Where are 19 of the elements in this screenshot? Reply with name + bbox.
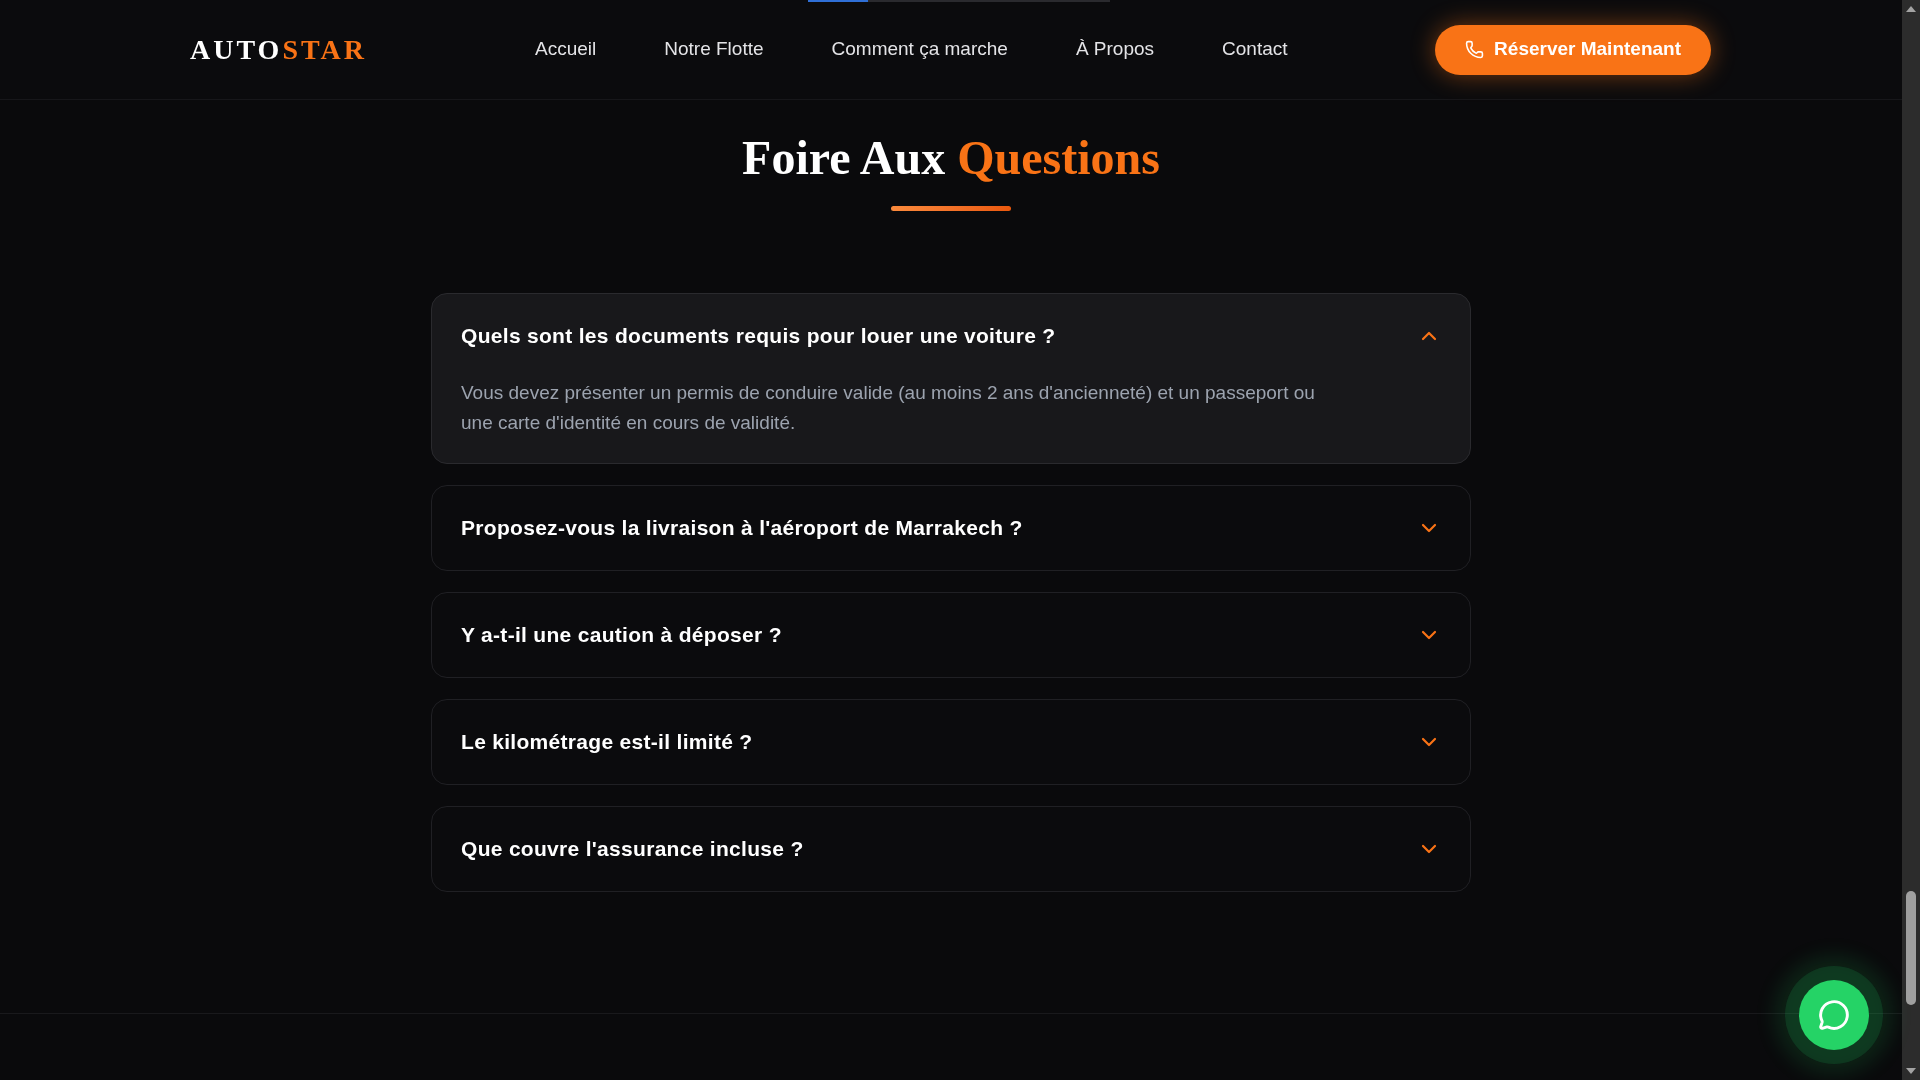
faq-question[interactable]: Que couvre l'assurance incluse ?	[432, 807, 1470, 891]
nav-link[interactable]: Contact	[1222, 35, 1288, 64]
section-title: Foire Aux Questions	[742, 130, 1160, 186]
nav-link[interactable]: À Propos	[1075, 35, 1155, 64]
logo[interactable]: AUTO STAR	[190, 35, 367, 64]
phone-icon	[1465, 40, 1485, 59]
nav-link[interactable]: Accueil	[535, 35, 597, 64]
chat-bubble-icon	[1818, 999, 1850, 1031]
chat-button[interactable]	[1799, 980, 1869, 1050]
faq-question[interactable]: Le kilométrage est-il limité ?	[432, 700, 1470, 784]
nav-link[interactable]: Comment ça marche	[831, 35, 1008, 64]
faq-question[interactable]: Proposez-vous la livraison à l'aéroport de Marrakech ?	[432, 486, 1470, 570]
nav-link[interactable]: Notre Flotte	[664, 35, 764, 64]
faq-question[interactable]: Quels sont les documents requis pour louer une voiture ?	[432, 294, 1470, 378]
scroll-up-arrow-icon[interactable]	[1906, 6, 1916, 12]
faq-question[interactable]: Y a-t-il une caution à déposer ?	[432, 593, 1470, 677]
faq-answer: Vous devez présenter un permis de conduire valide (au moins 2 ans d'ancienneté) et un passeport ou une carte d'identité en cours de validité.	[460, 381, 1316, 435]
scrollbar-thumb[interactable]	[1906, 891, 1916, 1005]
scroll-down-arrow-icon[interactable]	[1906, 1068, 1916, 1074]
